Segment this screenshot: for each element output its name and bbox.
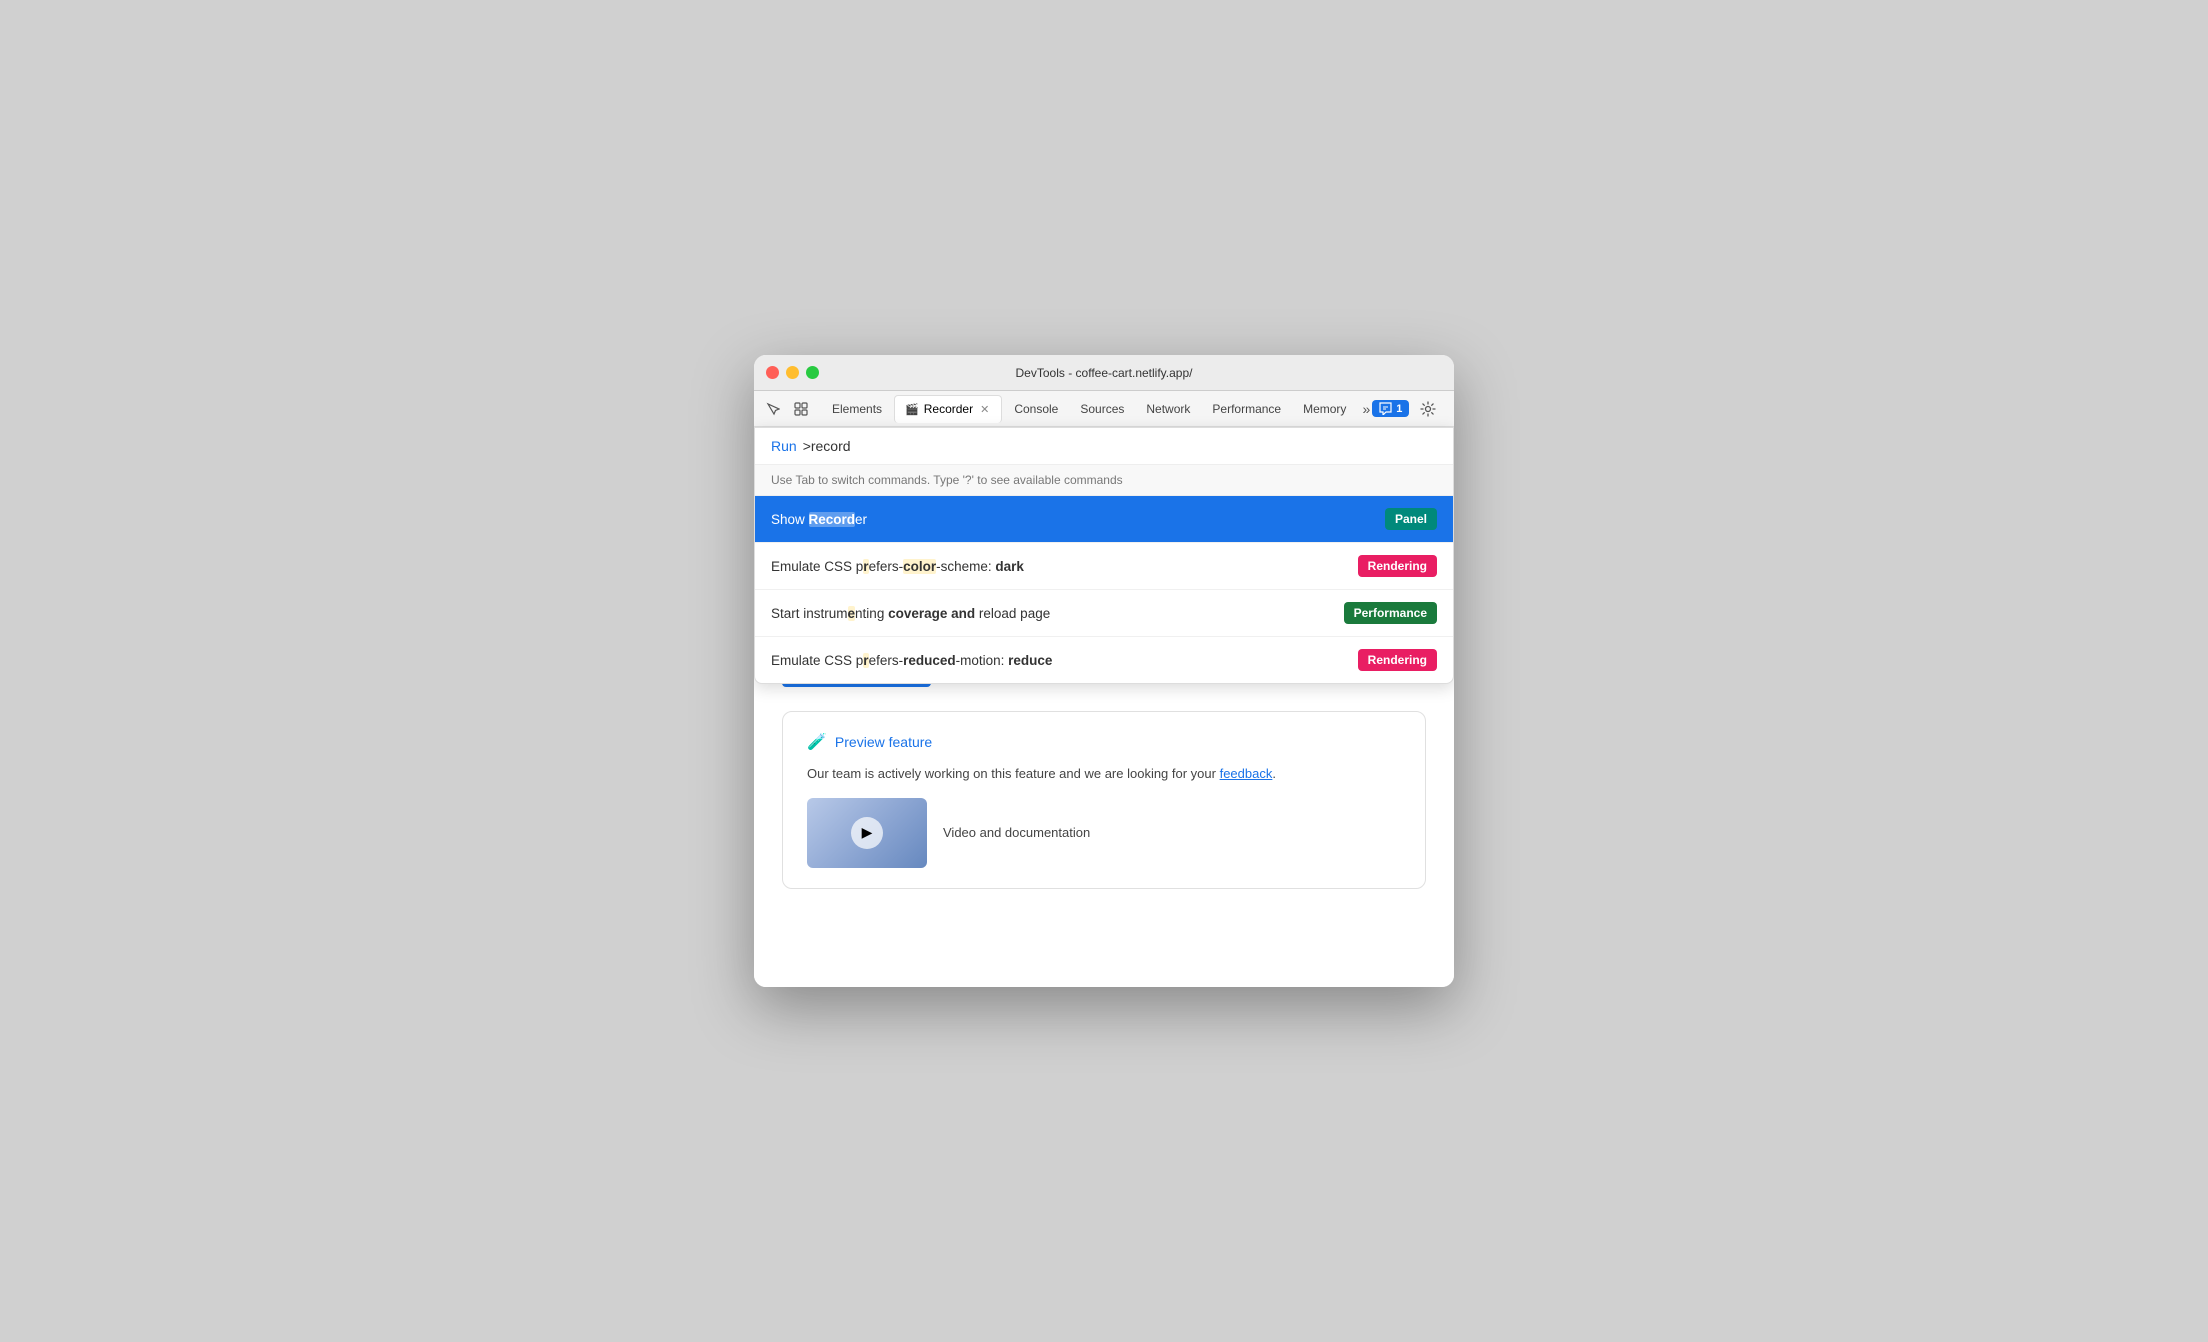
cmd-badge-rendering-1: Rendering: [1358, 555, 1437, 577]
cmd-item-show-recorder[interactable]: Show Recorder Panel: [755, 496, 1453, 543]
play-icon: ▶: [851, 817, 883, 849]
cmd-item-coverage[interactable]: Start instrumenting coverage and reload …: [755, 590, 1453, 637]
close-button[interactable]: [766, 366, 779, 379]
devtools-window: DevTools - coffee-cart.netlify.app/ Elem…: [754, 355, 1454, 987]
feedback-count: 1: [1396, 403, 1402, 415]
cmd-badge-panel: Panel: [1385, 508, 1437, 530]
preview-thumbnail[interactable]: ▶: [807, 798, 927, 868]
more-tabs-icon[interactable]: »: [1362, 401, 1370, 417]
content-area: + No recordings Send feedback Measure pe…: [754, 427, 1454, 987]
cmd-item-prefers-motion[interactable]: Emulate CSS prefers-reduced-motion: redu…: [755, 637, 1453, 683]
cmd-item-text-coverage: Start instrumenting coverage and reload …: [771, 606, 1050, 621]
tab-network[interactable]: Network: [1136, 395, 1200, 423]
tab-performance[interactable]: Performance: [1202, 395, 1291, 423]
tab-recorder[interactable]: 🎬 Recorder ✕: [894, 395, 1002, 423]
cmd-item-text-prefers-motion: Emulate CSS prefers-reduced-motion: redu…: [771, 653, 1052, 668]
tab-bar: Elements 🎬 Recorder ✕ Console Sources Ne…: [754, 391, 1454, 427]
cursor-icon[interactable]: [760, 396, 786, 422]
cmd-item-text-prefers-color: Emulate CSS prefers-color-scheme: dark: [771, 559, 1024, 574]
cmd-hint: Use Tab to switch commands. Type '?' to …: [755, 465, 1453, 496]
tab-elements[interactable]: Elements: [822, 395, 892, 423]
preview-doc-label: Video and documentation: [943, 825, 1090, 840]
tab-bar-right: 1: [1372, 396, 1454, 422]
tab-icons: [760, 396, 814, 422]
feedback-badge[interactable]: 1: [1372, 400, 1409, 417]
settings-icon[interactable]: [1415, 396, 1441, 422]
tab-sources[interactable]: Sources: [1070, 395, 1134, 423]
tab-close-recorder[interactable]: ✕: [978, 402, 991, 417]
preview-feature-title: 🧪 Preview feature: [807, 732, 1401, 752]
more-options-icon[interactable]: [1447, 396, 1454, 422]
minimize-button[interactable]: [786, 366, 799, 379]
cmd-item-prefers-color[interactable]: Emulate CSS prefers-color-scheme: dark R…: [755, 543, 1453, 590]
preview-feature-card: 🧪 Preview feature Our team is actively w…: [782, 711, 1426, 889]
window-title: DevTools - coffee-cart.netlify.app/: [1016, 366, 1193, 380]
traffic-lights: [766, 366, 819, 379]
tab-console[interactable]: Console: [1004, 395, 1068, 423]
cmd-run-label: Run: [771, 438, 797, 454]
maximize-button[interactable]: [806, 366, 819, 379]
cmd-input-row: Run >record: [755, 428, 1453, 465]
command-palette[interactable]: Run >record Use Tab to switch commands. …: [754, 427, 1454, 684]
cmd-item-text-show-recorder: Show Recorder: [771, 512, 867, 527]
preview-feature-text: Our team is actively working on this fea…: [807, 764, 1401, 784]
title-bar: DevTools - coffee-cart.netlify.app/: [754, 355, 1454, 391]
feedback-link[interactable]: feedback: [1220, 766, 1273, 781]
cmd-badge-performance: Performance: [1344, 602, 1437, 624]
tab-memory[interactable]: Memory: [1293, 395, 1356, 423]
cmd-badge-rendering-2: Rendering: [1358, 649, 1437, 671]
cmd-input-value[interactable]: >record: [803, 438, 851, 454]
recorder-icon: 🎬: [905, 403, 919, 416]
preview-media: ▶ Video and documentation: [807, 798, 1401, 868]
preview-feature-icon: 🧪: [807, 732, 827, 752]
inspect-icon[interactable]: [788, 396, 814, 422]
